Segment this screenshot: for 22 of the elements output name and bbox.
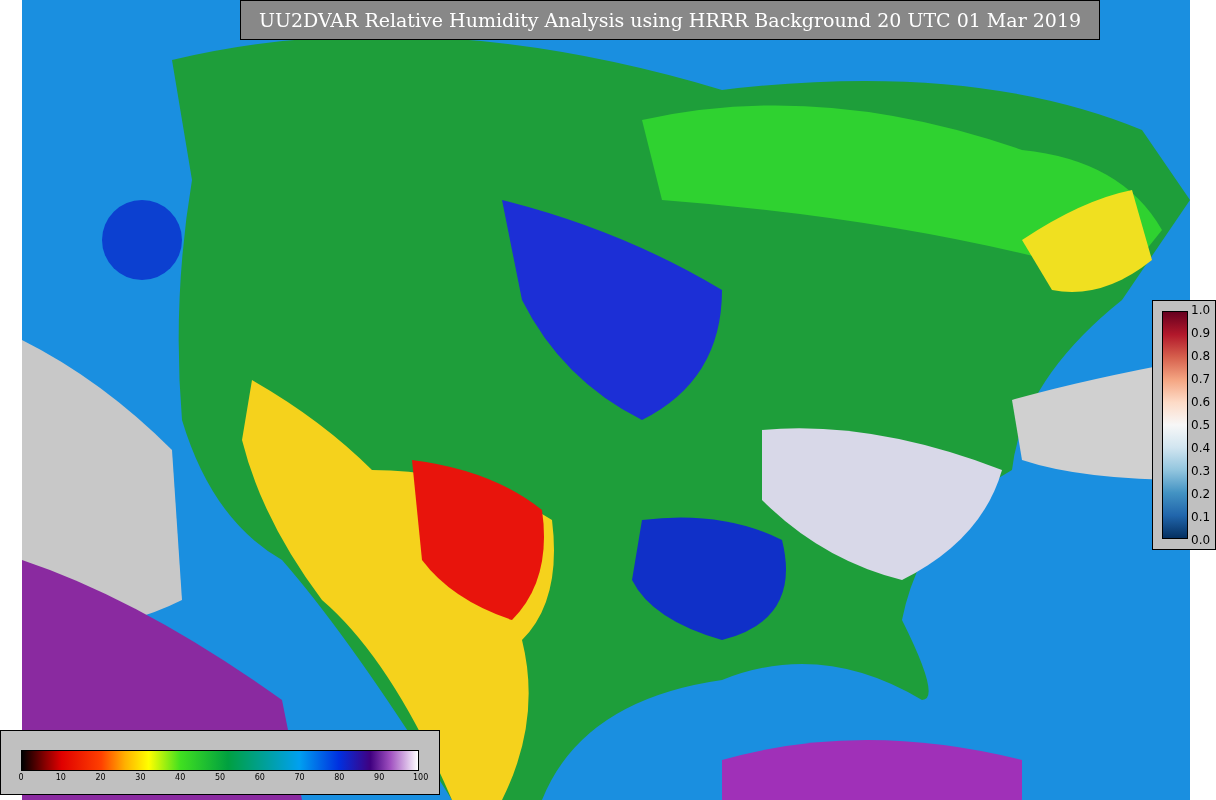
- tick-label: 20: [94, 773, 107, 782]
- tick-label: 0.2: [1191, 487, 1211, 501]
- tick-label: 0.9: [1191, 326, 1211, 340]
- tick-label: 1.0: [1191, 303, 1211, 317]
- tick-label: 0.4: [1191, 441, 1211, 455]
- tick-label: 0.3: [1191, 464, 1211, 478]
- tick-label: 0.7: [1191, 372, 1211, 386]
- tick-label: 30: [134, 773, 147, 782]
- tick-label: 0.6: [1191, 395, 1211, 409]
- tick-label: 80: [333, 773, 346, 782]
- tick-label: 10: [54, 773, 67, 782]
- tick-label: 40: [174, 773, 187, 782]
- tick-label: 70: [293, 773, 306, 782]
- tick-label: 0.5: [1191, 418, 1211, 432]
- tick-label: 0.1: [1191, 510, 1211, 524]
- tick-label: 0.8: [1191, 349, 1211, 363]
- map-title: UU2DVAR Relative Humidity Analysis using HRRR Background 20 UTC 01 Mar 2019: [240, 0, 1100, 40]
- tick-label: 50: [214, 773, 226, 782]
- tick-label: 0: [17, 773, 25, 782]
- tick-label: 0.0: [1191, 533, 1211, 547]
- tick-label: 90: [373, 773, 386, 782]
- tick-label: 60: [253, 773, 266, 782]
